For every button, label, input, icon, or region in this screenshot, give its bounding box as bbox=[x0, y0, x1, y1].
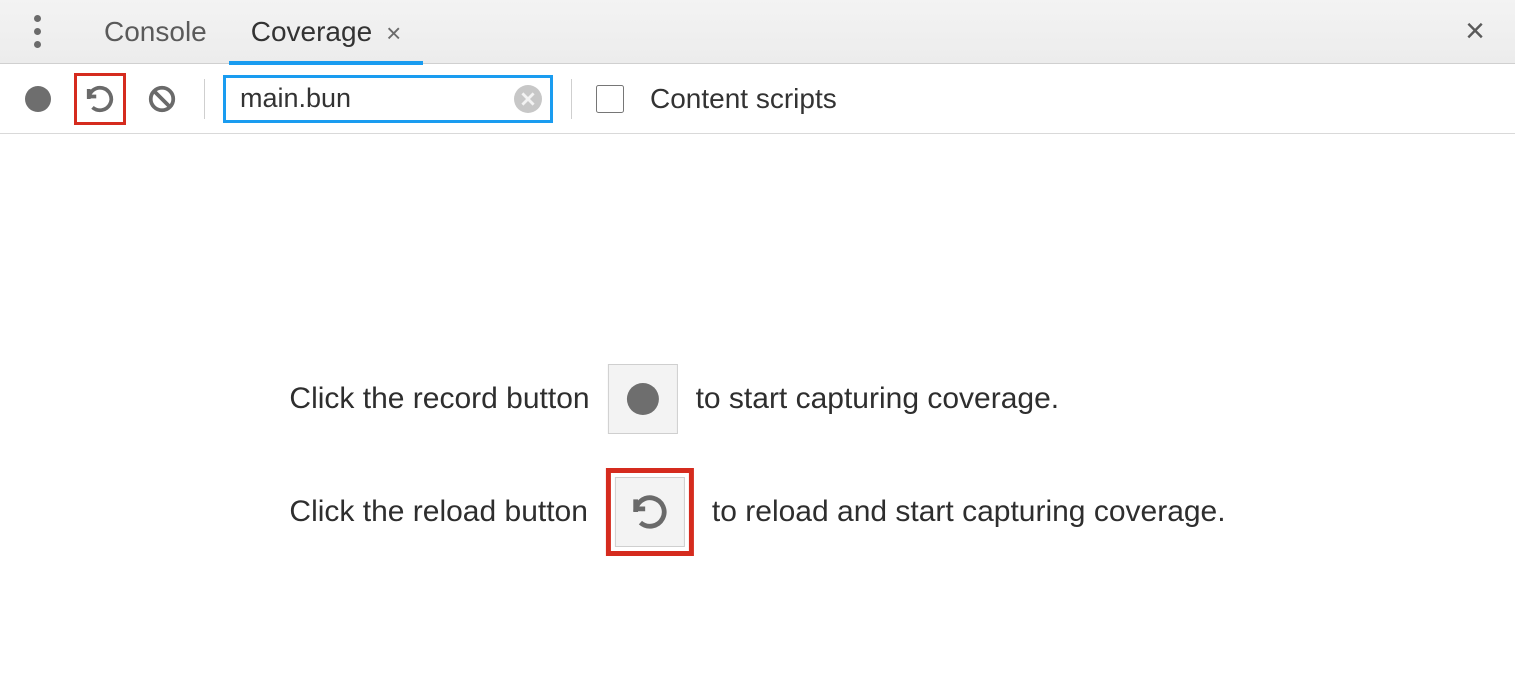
instruction-record-pre: Click the record button bbox=[289, 381, 589, 417]
ban-icon bbox=[147, 84, 177, 114]
url-filter-input[interactable] bbox=[238, 82, 506, 115]
record-icon bbox=[627, 383, 659, 415]
instruction-reload-row: Click the reload button to reload and st… bbox=[289, 468, 1225, 556]
reload-icon bbox=[631, 493, 669, 531]
tab-strip: Console Coverage × × bbox=[0, 0, 1515, 64]
coverage-toolbar: Content scripts bbox=[0, 64, 1515, 134]
tab-coverage-label: Coverage bbox=[251, 16, 372, 48]
instruction-reload-button[interactable] bbox=[615, 477, 685, 547]
toolbar-separator bbox=[571, 79, 572, 119]
instruction-reload-pre: Click the reload button bbox=[289, 494, 588, 530]
coverage-instructions: Click the record button to start capturi… bbox=[289, 364, 1225, 590]
filter-field-wrap bbox=[223, 75, 553, 123]
more-menu-icon[interactable] bbox=[22, 15, 52, 48]
reload-button-annotation bbox=[606, 468, 694, 556]
reload-button[interactable] bbox=[85, 84, 115, 114]
toolbar-separator bbox=[204, 79, 205, 119]
instruction-record-button[interactable] bbox=[608, 364, 678, 434]
content-scripts-label: Content scripts bbox=[650, 83, 837, 115]
reload-icon bbox=[85, 84, 115, 114]
clear-filter-icon[interactable] bbox=[514, 85, 542, 113]
reload-button-annotation bbox=[74, 73, 126, 125]
clear-button[interactable] bbox=[138, 75, 186, 123]
tab-coverage[interactable]: Coverage × bbox=[229, 0, 424, 64]
close-panel-icon[interactable]: × bbox=[1455, 12, 1495, 51]
record-button[interactable] bbox=[14, 75, 62, 123]
instruction-reload-post: to reload and start capturing coverage. bbox=[712, 494, 1226, 530]
tab-console[interactable]: Console bbox=[82, 0, 229, 64]
coverage-content: Click the record button to start capturi… bbox=[0, 134, 1515, 687]
content-scripts-checkbox[interactable] bbox=[596, 85, 624, 113]
instruction-record-post: to start capturing coverage. bbox=[696, 381, 1060, 417]
record-icon bbox=[25, 86, 51, 112]
tab-console-label: Console bbox=[104, 16, 207, 48]
close-tab-icon[interactable]: × bbox=[386, 18, 401, 46]
instruction-record-row: Click the record button to start capturi… bbox=[289, 364, 1225, 434]
